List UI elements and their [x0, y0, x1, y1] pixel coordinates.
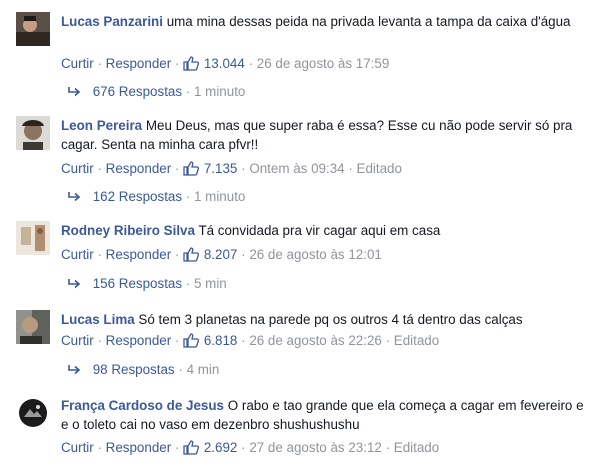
separator: ·: [385, 440, 391, 455]
separator: ·: [97, 161, 102, 176]
avatar[interactable]: [16, 116, 50, 150]
like-count: 6.818: [203, 333, 238, 348]
timestamp[interactable]: 27 de agosto às 23:12: [249, 440, 382, 455]
reply-arrow-icon: [67, 191, 81, 206]
thumbs-up-icon: [183, 161, 200, 179]
replies-time: 5 min: [194, 276, 227, 291]
comment-actions: Curtir · Responder · 6.818 · 26 de agost…: [61, 333, 439, 351]
comment-author[interactable]: Leon Pereira: [61, 118, 142, 133]
separator: ·: [174, 440, 180, 455]
like-count: 7.135: [203, 161, 238, 176]
avatar[interactable]: [16, 396, 50, 430]
replies-link[interactable]: 98 Respostas · 4 min: [67, 362, 219, 379]
thumbs-up-icon: [183, 56, 200, 74]
like-button[interactable]: Curtir: [61, 247, 94, 262]
comment-author[interactable]: Lucas Panzarini: [61, 14, 163, 29]
comment-text: uma mina dessas peida na privada levanta…: [166, 14, 571, 29]
separator: ·: [185, 189, 191, 204]
timestamp[interactable]: 26 de agosto às 12:01: [249, 247, 382, 262]
replies-count: 98 Respostas: [92, 362, 175, 377]
edited-label[interactable]: Editado: [357, 161, 402, 176]
replies-time: 1 minuto: [194, 84, 246, 99]
replies-count: 162 Respostas: [92, 189, 183, 204]
replies-time: 4 min: [186, 362, 220, 377]
separator: ·: [178, 362, 183, 377]
like-count: 8.207: [203, 247, 238, 262]
separator: ·: [248, 56, 254, 71]
timestamp[interactable]: 26 de agosto às 22:26: [249, 333, 382, 348]
separator: ·: [241, 333, 246, 348]
thumbs-up-icon: [183, 333, 200, 351]
replies-count: 156 Respostas: [92, 276, 183, 291]
like-button[interactable]: Curtir: [61, 161, 94, 176]
timestamp[interactable]: 26 de agosto às 17:59: [257, 56, 390, 71]
separator: ·: [348, 161, 353, 176]
avatar[interactable]: [16, 310, 50, 344]
comment-author[interactable]: Rodney Ribeiro Silva: [61, 223, 195, 238]
separator: ·: [174, 247, 180, 262]
thumbs-up-icon: [183, 247, 200, 265]
separator: ·: [185, 84, 191, 99]
like-button[interactable]: Curtir: [61, 56, 94, 71]
separator: ·: [97, 56, 102, 71]
separator: ·: [97, 333, 102, 348]
separator: ·: [97, 440, 102, 455]
comment-actions: Curtir · Responder · 2.692 · 27 de agost…: [61, 440, 439, 458]
thumbs-up-icon: [183, 440, 200, 458]
separator: ·: [385, 333, 391, 348]
reply-button[interactable]: Responder: [106, 161, 172, 176]
comment-author[interactable]: França Cardoso de Jesus: [61, 398, 224, 413]
separator: ·: [241, 247, 246, 262]
reply-button[interactable]: Responder: [106, 56, 172, 71]
comment-actions: Curtir · Responder · 13.044 · 26 de agos…: [61, 56, 389, 74]
reply-arrow-icon: [67, 278, 81, 293]
separator: ·: [174, 161, 180, 176]
edited-label[interactable]: Editado: [394, 440, 439, 455]
replies-count: 676 Respostas: [92, 84, 183, 99]
reply-arrow-icon: [67, 364, 81, 379]
separator: ·: [241, 161, 246, 176]
separator: ·: [174, 56, 180, 71]
separator: ·: [97, 247, 102, 262]
separator: ·: [174, 333, 180, 348]
comment-author[interactable]: Lucas Lima: [61, 312, 135, 327]
timestamp[interactable]: Ontem às 09:34: [249, 161, 344, 176]
comment-text: Tá convidada pra vir cagar aqui em casa: [198, 223, 441, 238]
comment-actions: Curtir · Responder · 8.207 · 26 de agost…: [61, 247, 382, 265]
comment-actions: Curtir · Responder · 7.135 · Ontem às 09…: [61, 161, 402, 179]
like-button[interactable]: Curtir: [61, 440, 94, 455]
avatar[interactable]: [16, 12, 50, 46]
reply-arrow-icon: [67, 86, 81, 101]
avatar[interactable]: [16, 221, 50, 255]
replies-link[interactable]: 676 Respostas · 1 minuto: [67, 84, 245, 101]
separator: ·: [185, 276, 191, 291]
separator: ·: [241, 440, 246, 455]
replies-link[interactable]: 156 Respostas · 5 min: [67, 276, 227, 293]
reply-button[interactable]: Responder: [106, 247, 172, 262]
reply-button[interactable]: Responder: [106, 333, 172, 348]
like-count: 2.692: [203, 440, 238, 455]
like-button[interactable]: Curtir: [61, 333, 94, 348]
comment-thread: Lucas Panzarini uma mina dessas peida na…: [0, 0, 600, 467]
comment-text: Só tem 3 planetas na parede pq os outros…: [138, 312, 523, 327]
replies-link[interactable]: 162 Respostas · 1 minuto: [67, 189, 245, 206]
reply-button[interactable]: Responder: [106, 440, 172, 455]
like-count: 13.044: [203, 56, 245, 71]
replies-time: 1 minuto: [194, 189, 246, 204]
edited-label[interactable]: Editado: [394, 333, 439, 348]
